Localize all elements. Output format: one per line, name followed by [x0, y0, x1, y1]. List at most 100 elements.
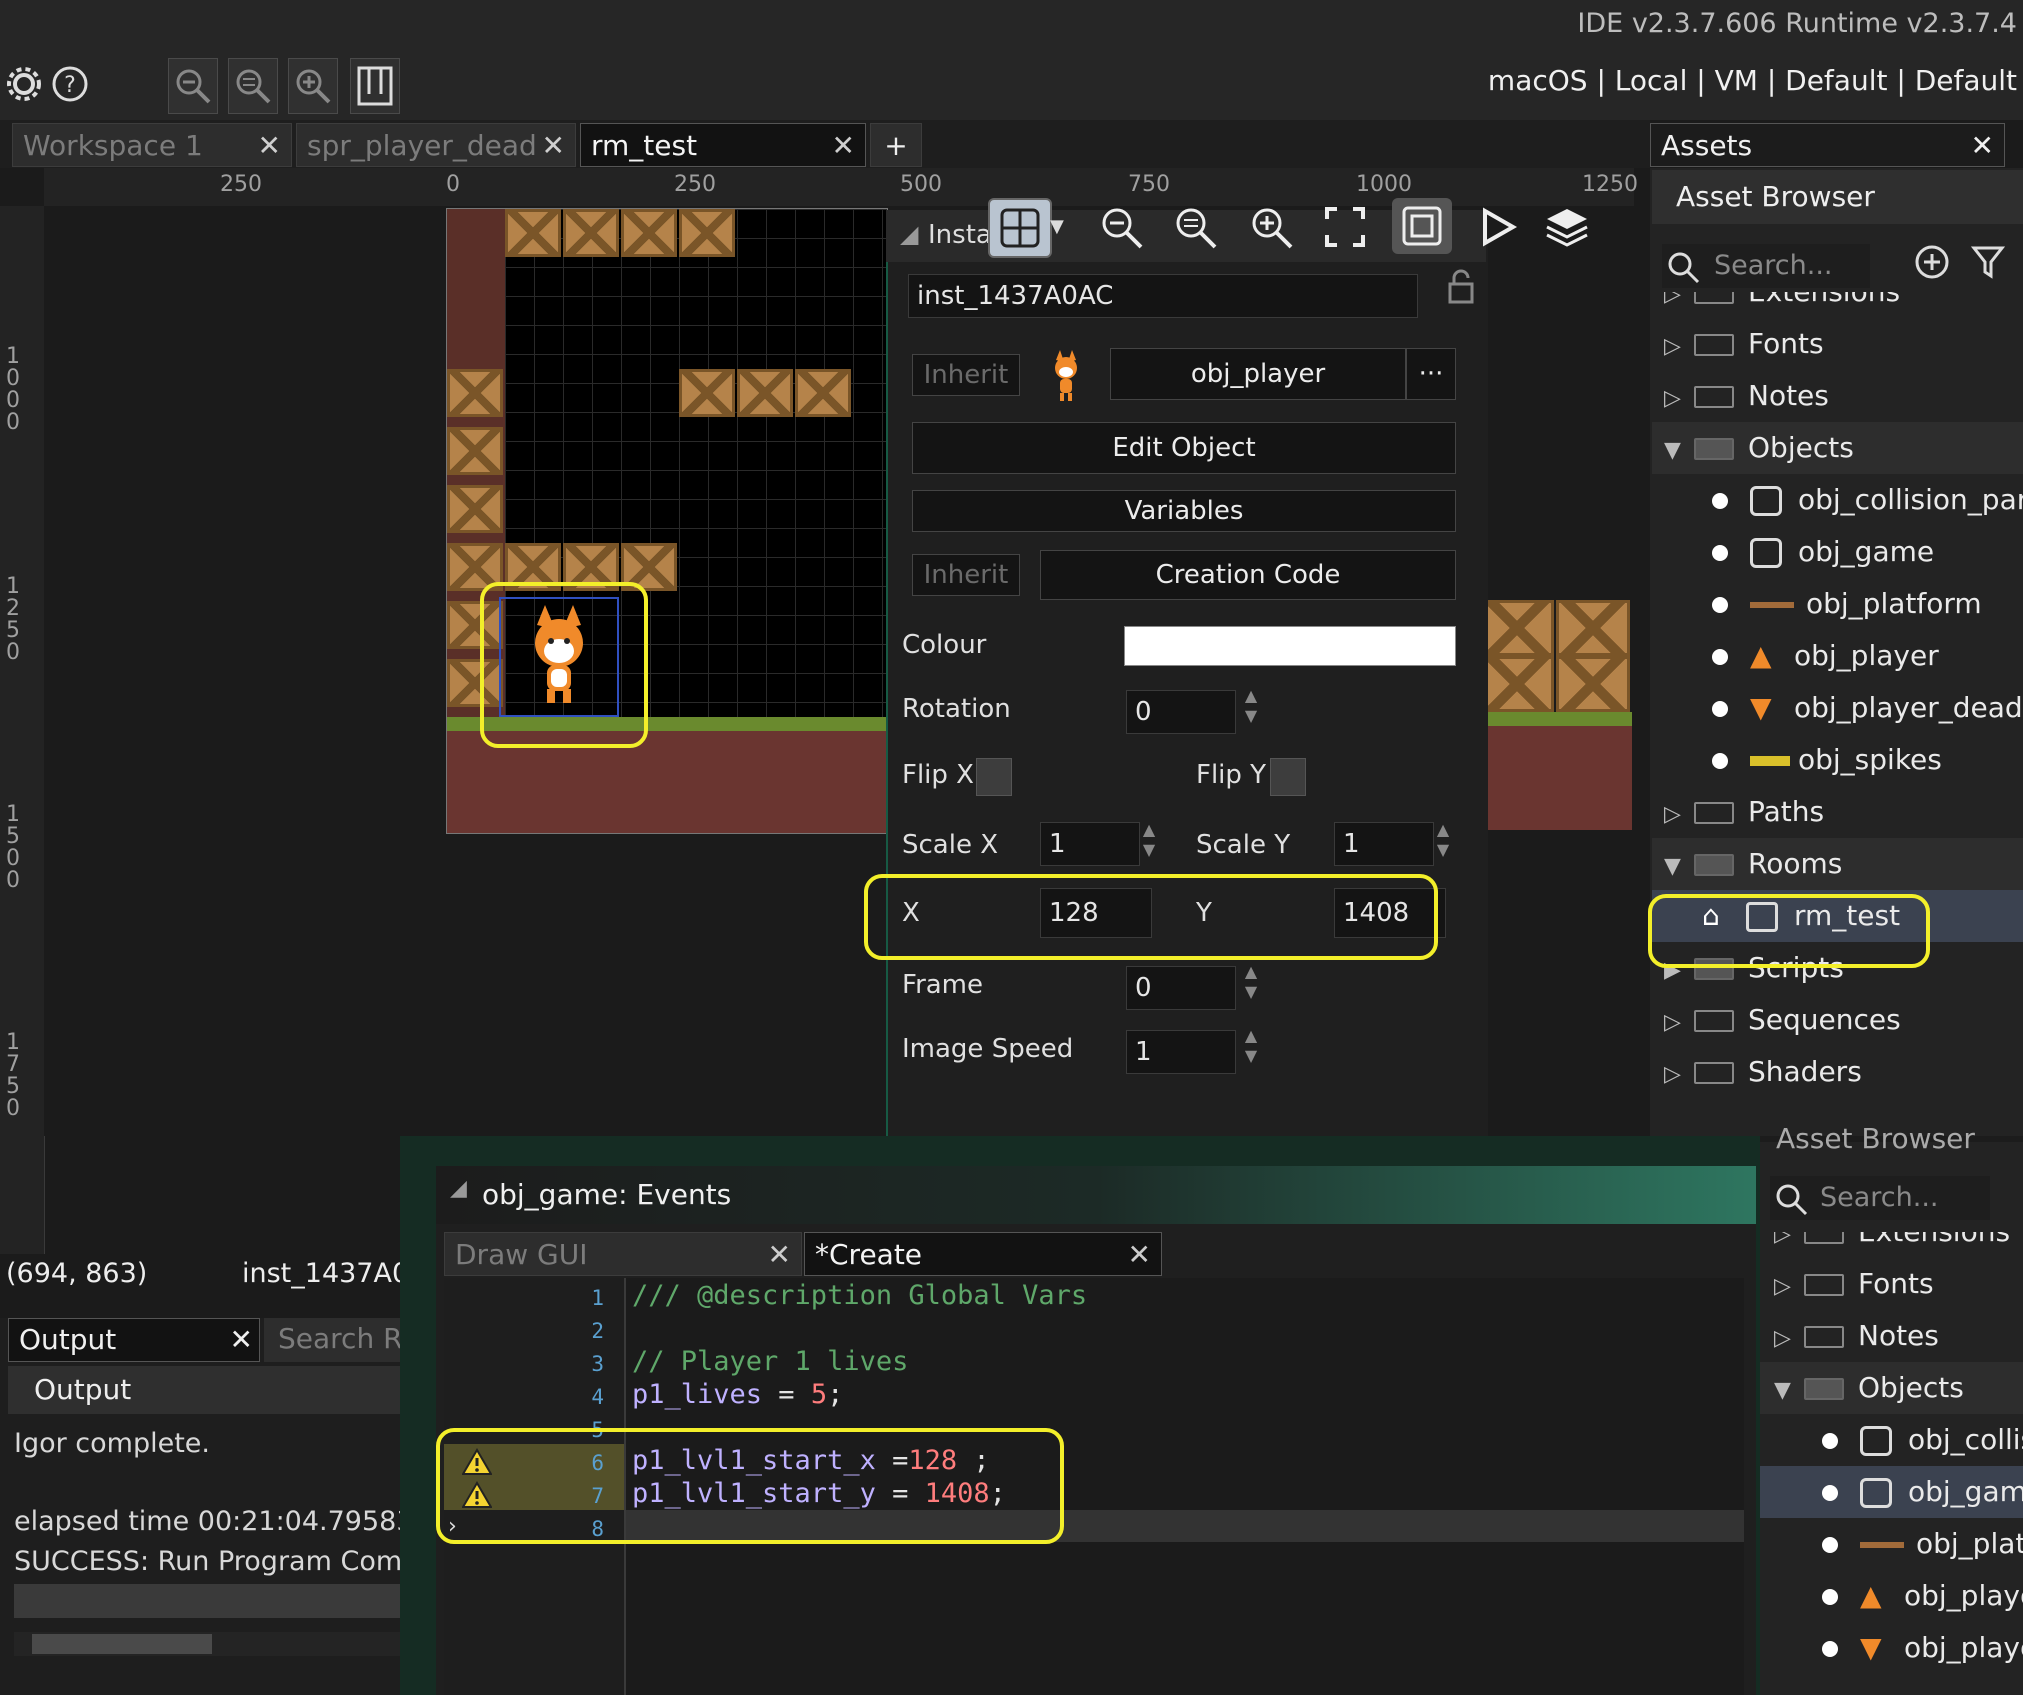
collapse-triangle-icon[interactable]: ◢: [900, 220, 918, 248]
tree-item-obj-player[interactable]: ▲ obj_player: [1652, 630, 2023, 682]
close-icon[interactable]: ✕: [1128, 1233, 1151, 1277]
variables-button[interactable]: Variables: [912, 490, 1456, 532]
add-asset-icon[interactable]: [1912, 242, 1952, 282]
tab-rm-test[interactable]: rm_test ✕: [580, 123, 866, 167]
zoom-reset-icon[interactable]: [1164, 196, 1226, 258]
creation-code-button[interactable]: Creation Code: [1040, 550, 1456, 600]
asset-search[interactable]: Search...: [1770, 1176, 1990, 1220]
expand-arrow-icon[interactable]: ▷: [1664, 292, 1694, 321]
expand-arrow-icon[interactable]: ▷: [1664, 789, 1694, 841]
tab-spr-player-dead[interactable]: spr_player_dead ✕: [296, 123, 576, 167]
play-icon[interactable]: [1466, 196, 1528, 258]
code-line[interactable]: // Player 1 lives: [632, 1346, 908, 1377]
expand-arrow-icon[interactable]: ▷: [1664, 321, 1694, 373]
tree-item-obj-player[interactable]: ▲ obj_player: [1760, 1570, 2023, 1622]
collapse-arrow-icon[interactable]: ▼: [1664, 841, 1694, 893]
scale-y-spinner[interactable]: ▲ ▼: [1432, 820, 1454, 864]
image-speed-spinner[interactable]: ▲ ▼: [1240, 1026, 1262, 1070]
build-target-icon[interactable]: [350, 58, 400, 114]
help-icon[interactable]: ?: [50, 60, 90, 108]
collapse-arrow-icon[interactable]: ▼: [1664, 425, 1694, 477]
tab-search-results[interactable]: Search Results: [264, 1318, 404, 1362]
close-icon[interactable]: ✕: [542, 124, 565, 168]
expand-arrow-icon[interactable]: ▷: [1664, 1049, 1694, 1101]
tab-workspace-1[interactable]: Workspace 1 ✕: [12, 123, 292, 167]
flip-x-checkbox[interactable]: [976, 758, 1012, 796]
expand-arrow-icon[interactable]: ▷: [1664, 997, 1694, 1049]
object-selector[interactable]: obj_player: [1110, 348, 1406, 400]
image-speed-field[interactable]: 1: [1126, 1030, 1236, 1074]
tree-folder-notes[interactable]: ▷ Notes: [1652, 370, 2023, 422]
scrollbar-thumb[interactable]: [32, 1634, 212, 1654]
expand-arrow-icon[interactable]: ▷: [1664, 373, 1694, 425]
target-config[interactable]: macOS | Local | VM | Default | Default: [1488, 64, 2017, 97]
asset-search[interactable]: Search...: [1662, 244, 1870, 288]
tree-item-obj-platform[interactable]: obj_platform: [1760, 1518, 2023, 1570]
scale-y-field[interactable]: 1: [1334, 822, 1434, 866]
instance-name-field[interactable]: inst_1437A0AC: [908, 274, 1418, 318]
tree-folder-notes[interactable]: ▷ Notes: [1760, 1310, 2023, 1362]
inherit-creation-button[interactable]: Inherit: [912, 554, 1020, 596]
tree-item-obj-player-dead[interactable]: ▼ obj_player_dead: [1652, 682, 2023, 734]
expand-arrow-icon[interactable]: ▷: [1774, 1313, 1804, 1365]
settings-gear-icon[interactable]: [4, 60, 44, 108]
tab-create[interactable]: *Create ✕: [804, 1232, 1162, 1276]
zoom-out-icon[interactable]: [168, 58, 218, 114]
frame-spinner[interactable]: ▲ ▼: [1240, 962, 1262, 1006]
rotation-spinner[interactable]: ▲ ▼: [1240, 686, 1262, 730]
expand-arrow-icon[interactable]: ▷: [1774, 1232, 1804, 1261]
zoom-out-icon[interactable]: [1090, 196, 1152, 258]
scale-x-field[interactable]: 1: [1040, 822, 1140, 866]
expand-arrow-icon[interactable]: ▷: [1774, 1261, 1804, 1313]
close-icon[interactable]: ✕: [230, 1319, 253, 1361]
code-line[interactable]: p1_lives = 5;: [632, 1379, 843, 1410]
tree-item-obj-platform[interactable]: obj_platform: [1652, 578, 2023, 630]
grid-toggle-icon[interactable]: [988, 198, 1052, 258]
tree-folder-extensions[interactable]: ▷ Extensions: [1652, 292, 2023, 318]
close-icon[interactable]: ✕: [1971, 124, 1994, 168]
tab-draw-gui[interactable]: Draw GUI ✕: [444, 1232, 802, 1276]
collapse-arrow-icon[interactable]: ▼: [1774, 1365, 1804, 1417]
tree-folder-shaders[interactable]: ▷ Shaders: [1652, 1046, 2023, 1098]
layer-stack-icon[interactable]: [1536, 196, 1598, 258]
tree-folder-fonts[interactable]: ▷ Fonts: [1760, 1258, 2023, 1310]
fit-view-icon[interactable]: [1314, 196, 1376, 258]
scale-x-spinner[interactable]: ▲ ▼: [1138, 820, 1160, 864]
filter-icon[interactable]: [1968, 242, 2008, 282]
output-input-bar[interactable]: [14, 1584, 400, 1618]
tree-item-obj-game[interactable]: obj_game: [1652, 526, 2023, 578]
tree-folder-objects[interactable]: ▼ Objects: [1760, 1362, 2023, 1414]
lock-icon[interactable]: [1446, 268, 1476, 306]
grid-dropdown-icon[interactable]: ▼: [1050, 216, 1064, 237]
tab-output[interactable]: Output ✕: [8, 1318, 260, 1362]
horizontal-scrollbar[interactable]: [14, 1632, 400, 1656]
zoom-in-icon[interactable]: [1240, 196, 1302, 258]
zoom-in-icon[interactable]: [288, 58, 338, 114]
tree-item-obj-game[interactable]: obj_game: [1760, 1466, 2023, 1518]
tree-item-obj-collision-parent[interactable]: obj_collision_parent: [1760, 1414, 2023, 1466]
zoom-reset-icon[interactable]: [228, 58, 278, 114]
close-icon[interactable]: ✕: [832, 124, 855, 168]
object-more-button[interactable]: ···: [1406, 348, 1456, 400]
tree-folder-sequences[interactable]: ▷ Sequences: [1652, 994, 2023, 1046]
tree-folder-extensions[interactable]: ▷ Extensions: [1760, 1232, 2023, 1258]
tree-item-obj-spikes[interactable]: obj_spikes: [1652, 734, 2023, 786]
tree-folder-paths[interactable]: ▷ Paths: [1652, 786, 2023, 838]
tree-folder-rooms[interactable]: ▼ Rooms: [1652, 838, 2023, 890]
tree-folder-objects[interactable]: ▼ Objects: [1652, 422, 2023, 474]
camera-view-icon[interactable]: [1392, 198, 1452, 254]
close-icon[interactable]: ✕: [768, 1233, 791, 1277]
tab-assets[interactable]: Assets ✕: [1650, 123, 2005, 167]
close-icon[interactable]: ✕: [258, 124, 281, 168]
edit-object-button[interactable]: Edit Object: [912, 422, 1456, 474]
tree-folder-fonts[interactable]: ▷ Fonts: [1652, 318, 2023, 370]
code-line[interactable]: /// @description Global Vars: [632, 1280, 1087, 1311]
new-tab-button[interactable]: +: [870, 123, 922, 167]
frame-field[interactable]: 0: [1126, 966, 1236, 1010]
colour-swatch[interactable]: [1124, 626, 1456, 666]
inherit-button[interactable]: Inherit: [912, 354, 1020, 396]
flip-y-checkbox[interactable]: [1270, 758, 1306, 796]
collapse-triangle-icon[interactable]: ◢: [450, 1176, 467, 1201]
rotation-field[interactable]: 0: [1126, 690, 1236, 734]
tree-item-obj-player-dead[interactable]: ▼ obj_player_dead: [1760, 1622, 2023, 1674]
